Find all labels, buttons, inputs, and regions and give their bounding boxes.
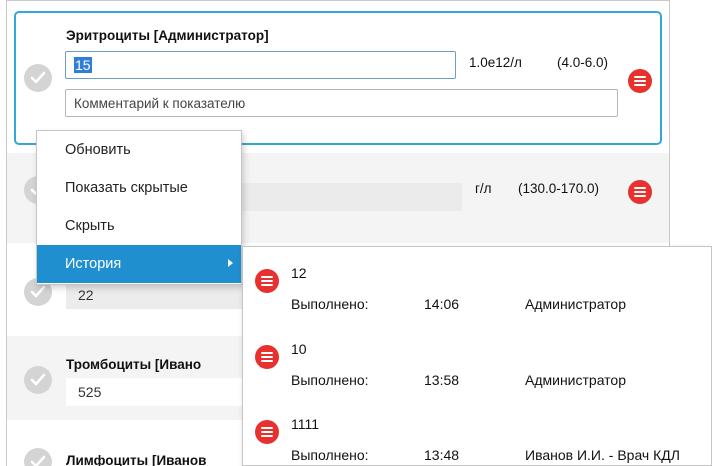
units-label: 1.0e12/л bbox=[469, 55, 522, 70]
history-user: Администратор bbox=[525, 296, 627, 312]
result-value-field[interactable]: 525 bbox=[66, 378, 246, 406]
history-user: Администратор bbox=[525, 372, 627, 388]
menu-item-history[interactable]: История bbox=[37, 245, 241, 283]
history-time: 13:58 bbox=[424, 372, 460, 388]
delete-circle-icon[interactable] bbox=[255, 269, 279, 293]
history-entry[interactable]: 12 Выполнено: 14:06 Администратор bbox=[243, 251, 712, 323]
units-label: г/л bbox=[475, 181, 492, 196]
comment-field[interactable]: Комментарий к показателю bbox=[65, 89, 618, 117]
history-done-label: Выполнено: bbox=[291, 447, 369, 463]
history-done-label: Выполнено: bbox=[291, 372, 369, 388]
context-menu: Обновить Показать скрытые Скрыть История bbox=[36, 130, 242, 285]
delete-circle-icon[interactable] bbox=[628, 69, 652, 93]
delete-circle-icon[interactable] bbox=[255, 420, 279, 444]
check-circle-icon[interactable] bbox=[24, 64, 52, 92]
menu-item-show-hidden[interactable]: Показать скрытые bbox=[37, 169, 241, 207]
history-user: Иванов И.И. - Врач КДЛ bbox=[525, 447, 680, 463]
menu-item-hide[interactable]: Скрыть bbox=[37, 207, 241, 245]
check-circle-icon[interactable] bbox=[24, 366, 52, 394]
history-submenu: 12 Выполнено: 14:06 Администратор 10 Вып… bbox=[242, 246, 712, 466]
reference-range-label: (4.0-6.0) bbox=[557, 55, 609, 70]
delete-circle-icon[interactable] bbox=[255, 345, 279, 369]
test-label: Тромбоциты [Ивано bbox=[66, 357, 202, 372]
history-time: 14:06 bbox=[424, 296, 460, 312]
menu-item-history-label: История bbox=[65, 256, 122, 272]
chevron-right-icon bbox=[228, 259, 233, 267]
test-label: Лимфоциты [Иванов bbox=[66, 453, 207, 466]
test-label: Эритроциты [Администратор] bbox=[66, 28, 269, 43]
history-value: 12 bbox=[291, 265, 307, 281]
menu-item-refresh[interactable]: Обновить bbox=[37, 131, 241, 169]
result-value-text: 15 bbox=[74, 57, 92, 73]
reference-range-label: (130.0-170.0) bbox=[518, 181, 600, 196]
result-value-input[interactable]: 15 bbox=[65, 51, 456, 79]
history-done-label: Выполнено: bbox=[291, 296, 369, 312]
result-value-field[interactable]: 22 bbox=[66, 281, 246, 309]
history-entry[interactable]: 10 Выполнено: 13:58 Администратор bbox=[243, 327, 712, 399]
history-value: 1111 bbox=[291, 416, 320, 432]
history-time: 13:48 bbox=[424, 447, 460, 463]
history-entry[interactable]: 1111 Выполнено: 13:48 Иванов И.И. - Врач… bbox=[243, 402, 712, 466]
delete-circle-icon[interactable] bbox=[628, 180, 652, 204]
history-value: 10 bbox=[291, 341, 307, 357]
